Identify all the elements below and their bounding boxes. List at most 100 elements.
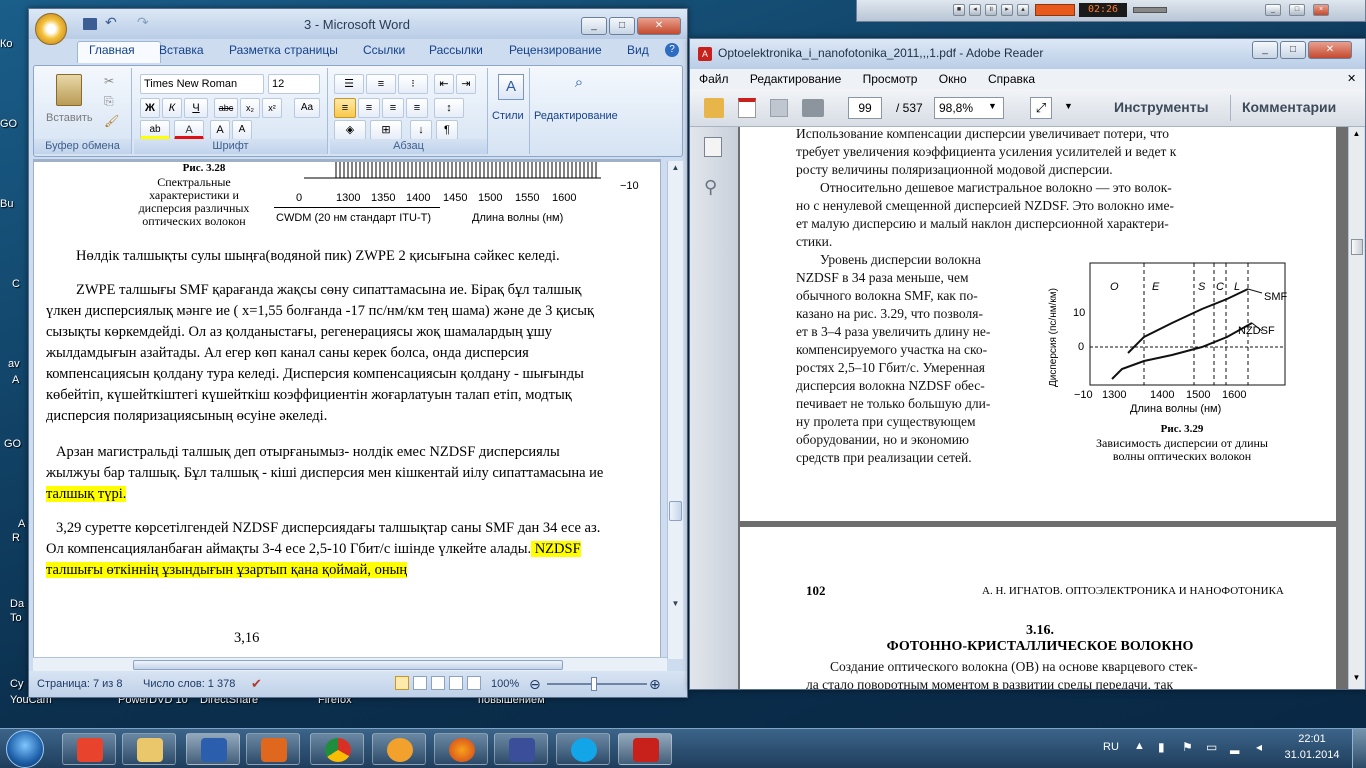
previous-icon[interactable]: ◂ [969, 4, 981, 16]
restore-icon[interactable]: □ [1289, 4, 1305, 16]
taskbar-media-player[interactable] [62, 733, 116, 765]
tab-references[interactable]: Ссылки [363, 43, 405, 57]
save-icon[interactable] [770, 99, 788, 117]
scroll-up-icon[interactable]: ▲ [1350, 129, 1363, 138]
decrease-indent-icon[interactable]: ⇤ [434, 74, 454, 94]
undo-icon[interactable]: ↶ [105, 14, 117, 31]
scroll-down-icon[interactable]: ▼ [669, 599, 682, 611]
desktop-icon-label[interactable]: av [8, 358, 20, 370]
eject-icon[interactable]: ▴ [1017, 4, 1029, 16]
italic-button[interactable]: К [162, 98, 182, 118]
language-indicator[interactable]: RU [1103, 741, 1119, 753]
bold-button[interactable]: Ж [140, 98, 160, 118]
format-painter-icon[interactable]: 🖌 [104, 114, 119, 128]
strikethrough-button[interactable]: abc [214, 98, 238, 118]
status-words[interactable]: Число слов: 1 378 [143, 671, 235, 697]
desktop-icon-label[interactable]: To [10, 612, 22, 624]
document-page[interactable]: Рис. 3.28 Спектральные характеристики и … [33, 161, 661, 659]
superscript-button[interactable]: x² [262, 98, 282, 118]
status-page[interactable]: Страница: 7 из 8 [37, 671, 123, 697]
taskbar-matlab[interactable] [246, 733, 300, 765]
desktop-icon-label[interactable]: Bu [0, 198, 13, 210]
taskbar-adobe-reader[interactable] [618, 733, 672, 765]
menu-view[interactable]: Просмотр [863, 72, 918, 86]
network-icon[interactable]: ▮ [1158, 740, 1165, 754]
proofing-icon[interactable]: ✔ [251, 671, 262, 697]
desktop-icon-label[interactable]: A [18, 518, 25, 530]
desktop-icon-label[interactable]: A [12, 374, 19, 386]
redo-icon[interactable]: ↷ [137, 14, 149, 31]
create-pdf-icon[interactable] [738, 98, 756, 118]
subscript-button[interactable]: x₂ [240, 98, 260, 118]
vertical-scrollbar[interactable]: ▲ ▼ [667, 161, 683, 659]
show-marks-icon[interactable]: ¶ [436, 120, 458, 140]
zoom-slider-thumb[interactable] [591, 677, 597, 691]
justify-icon[interactable]: ≡ [406, 98, 428, 118]
office-button[interactable] [35, 13, 67, 45]
desktop-icon-label[interactable]: C [12, 278, 20, 290]
tab-view[interactable]: Вид [627, 43, 649, 57]
clock-date[interactable]: 31.01.2014 [1278, 749, 1346, 761]
paste-label[interactable]: Вставить [46, 112, 93, 124]
menu-edit[interactable]: Редактирование [750, 72, 841, 86]
menu-file[interactable]: Файл [699, 72, 729, 86]
scroll-thumb[interactable] [1351, 239, 1363, 255]
full-screen-icon[interactable] [413, 676, 427, 690]
copy-icon[interactable]: ⎘ [104, 94, 114, 109]
network-icon[interactable]: ▂ [1230, 740, 1239, 754]
increase-indent-icon[interactable]: ⇥ [456, 74, 476, 94]
status-zoom[interactable]: 100% [491, 671, 519, 697]
attachments-icon[interactable]: ⚲ [704, 177, 717, 198]
taskbar-app-orange[interactable] [372, 733, 426, 765]
start-button[interactable] [6, 730, 44, 768]
taskbar-app-calc[interactable] [494, 733, 548, 765]
progress-bar[interactable] [1035, 4, 1075, 16]
styles-label[interactable]: Стили [492, 110, 524, 122]
close-doc-icon[interactable]: ✕ [1347, 69, 1356, 89]
paste-icon[interactable] [56, 74, 82, 106]
pages-thumbnail-icon[interactable] [704, 137, 722, 157]
volume-icon[interactable]: ◂ [1256, 740, 1262, 754]
sort-icon[interactable]: ↓ [410, 120, 432, 140]
desktop-icon-label[interactable]: Ко [0, 38, 13, 50]
line-spacing-icon[interactable]: ↕ [434, 98, 464, 118]
show-hidden-icons[interactable]: ▲ [1134, 740, 1145, 752]
multilevel-list-icon[interactable]: ⁝ [398, 74, 428, 94]
tab-mailings[interactable]: Рассылки [429, 43, 483, 57]
borders-icon[interactable]: ⊞ [370, 120, 402, 140]
desktop-icon-label[interactable]: GO [4, 438, 21, 450]
hscroll-thumb[interactable] [133, 660, 563, 670]
save-icon[interactable] [83, 18, 97, 30]
pdf-viewport[interactable]: Использование компенсации дисперсии увел… [738, 127, 1348, 689]
close-button[interactable]: ✕ [637, 17, 681, 35]
taskbar-firefox[interactable] [434, 733, 488, 765]
draft-icon[interactable] [467, 676, 481, 690]
align-right-icon[interactable]: ≡ [382, 98, 404, 118]
zoom-slider[interactable] [547, 683, 647, 685]
comments-button[interactable]: Комментарии [1242, 99, 1336, 115]
fullscreen-icon[interactable]: ⤢ [1030, 97, 1052, 119]
desktop-icon-label[interactable]: Су [10, 678, 23, 690]
underline-button[interactable]: Ч [184, 98, 208, 118]
taskbar-chrome[interactable] [310, 733, 364, 765]
highlight-button[interactable]: ab [140, 120, 170, 140]
maximize-button[interactable]: □ [1280, 41, 1306, 59]
menu-window[interactable]: Окно [939, 72, 967, 86]
minimize-icon[interactable]: _ [1265, 4, 1281, 16]
horizontal-scrollbar[interactable] [33, 657, 667, 671]
tab-home[interactable]: Главная [89, 43, 135, 57]
battery-icon[interactable]: ▭ [1206, 740, 1217, 754]
zoom-in-icon[interactable]: ⊕ [649, 671, 661, 697]
minimize-button[interactable]: _ [1252, 41, 1278, 59]
desktop-icon-label[interactable]: GO [0, 118, 17, 130]
tab-insert[interactable]: Вставка [159, 43, 204, 57]
next-icon[interactable]: ▸ [1001, 4, 1013, 16]
font-color-button[interactable]: A [174, 120, 204, 140]
help-icon[interactable]: ? [665, 43, 679, 57]
scroll-down-icon[interactable]: ▼ [1350, 673, 1363, 682]
grow-font-button[interactable]: A [210, 120, 230, 140]
web-layout-icon[interactable] [431, 676, 445, 690]
close-button[interactable]: ✕ [1308, 41, 1352, 59]
stop-icon[interactable]: ■ [953, 4, 965, 16]
outline-icon[interactable] [449, 676, 463, 690]
